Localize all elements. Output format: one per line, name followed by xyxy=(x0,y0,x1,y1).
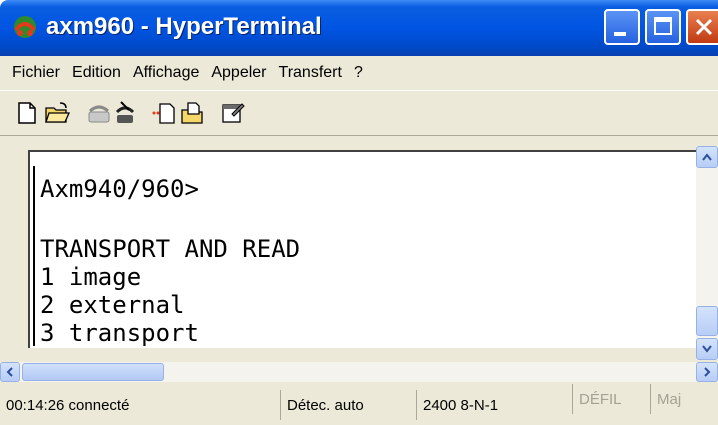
menu-bar: Fichier Edition Affichage Appeler Transf… xyxy=(0,56,718,90)
chevron-right-icon xyxy=(704,367,711,377)
close-button[interactable] xyxy=(686,9,718,45)
vertical-scroll-thumb[interactable] xyxy=(696,306,718,336)
menu-fichier[interactable]: Fichier xyxy=(6,64,66,82)
menu-affichage[interactable]: Affichage xyxy=(127,64,205,82)
disconnect-icon[interactable] xyxy=(112,100,138,126)
terminal-line: 3 transport xyxy=(40,319,199,347)
close-icon xyxy=(695,18,713,36)
horizontal-scrollbar[interactable] xyxy=(0,362,718,382)
chevron-down-icon xyxy=(702,345,712,353)
terminal-line: 2 external xyxy=(40,291,185,319)
toolbar xyxy=(0,90,718,136)
maximize-button[interactable] xyxy=(645,9,681,45)
scroll-right-button[interactable] xyxy=(696,362,718,382)
vertical-scrollbar[interactable] xyxy=(696,146,718,360)
open-folder-icon[interactable] xyxy=(44,100,70,126)
menu-help[interactable]: ? xyxy=(348,64,369,82)
scroll-left-button[interactable] xyxy=(0,362,20,382)
send-icon[interactable] xyxy=(150,100,176,126)
hyperterminal-app-icon xyxy=(14,16,36,38)
window-title: axm960 - HyperTerminal xyxy=(46,13,322,40)
status-settings: 2400 8-N-1 xyxy=(416,390,498,420)
status-connection: 00:14:26 connecté xyxy=(6,396,130,414)
terminal-cursor xyxy=(33,166,35,346)
minimize-button[interactable] xyxy=(604,9,640,45)
phone-icon[interactable] xyxy=(86,100,112,126)
chevron-up-icon xyxy=(702,153,712,161)
menu-transfert[interactable]: Transfert xyxy=(273,64,348,82)
title-bar[interactable]: axm960 - HyperTerminal xyxy=(0,0,718,56)
properties-icon[interactable] xyxy=(220,100,246,126)
terminal-line: Axm940/960> xyxy=(40,175,199,203)
new-document-icon[interactable] xyxy=(14,100,40,126)
status-caps: Maj xyxy=(650,384,681,414)
scroll-down-button[interactable] xyxy=(696,338,718,360)
scroll-up-button[interactable] xyxy=(696,146,718,168)
menu-appeler[interactable]: Appeler xyxy=(205,64,272,82)
receive-icon[interactable] xyxy=(180,100,206,126)
minimize-icon xyxy=(614,32,626,36)
maximize-icon xyxy=(654,17,672,35)
status-detect: Détec. auto xyxy=(280,390,364,420)
chevron-left-icon xyxy=(6,367,13,377)
terminal-line: TRANSPORT AND READ xyxy=(40,235,301,263)
status-scroll-lock: DÉFIL xyxy=(572,384,622,414)
terminal-screen[interactable]: Axm940/960> TRANSPORT AND READ 1 image 2… xyxy=(28,150,696,348)
status-bar: 00:14:26 connecté Détec. auto 2400 8-N-1… xyxy=(0,382,718,425)
terminal-line: 1 image xyxy=(40,263,142,291)
horizontal-scroll-thumb[interactable] xyxy=(22,363,164,381)
menu-edition[interactable]: Edition xyxy=(66,64,127,82)
